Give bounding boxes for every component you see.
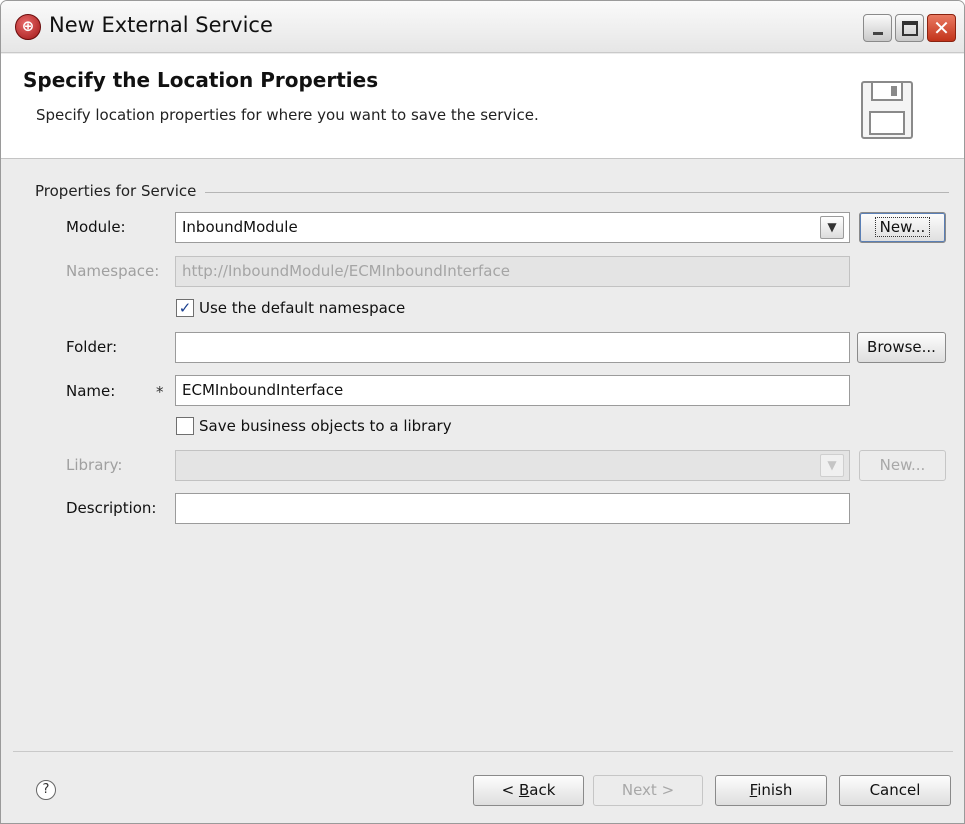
name-input[interactable]: ECMInboundInterface [175,375,850,406]
window-title: New External Service [49,13,273,37]
chevron-down-icon[interactable]: ▼ [820,216,844,239]
namespace-label: Namespace: [66,262,160,280]
folder-label: Folder: [66,338,118,356]
description-input[interactable] [175,493,850,524]
dialog-window: ⊕ New External Service ✕ Specify the Loc… [0,0,965,824]
browse-button[interactable]: Browse... [857,332,946,363]
module-label: Module: [66,218,126,236]
minimize-button[interactable] [863,14,892,42]
chevron-down-icon: ▼ [820,454,844,477]
footer-divider [13,751,953,752]
name-label: Name: [66,382,116,400]
group-divider [205,192,949,193]
maximize-icon [902,21,918,36]
maximize-button[interactable] [895,14,924,42]
module-select[interactable]: InboundModule [175,212,850,243]
group-label: Properties for Service [35,182,203,200]
required-marker: * [156,383,164,401]
app-icon: ⊕ [15,14,41,40]
wizard-header: Specify the Location Properties Specify … [1,54,964,159]
save-disk-icon [861,81,913,139]
save-to-library-checkbox[interactable] [176,417,194,435]
library-select [175,450,850,481]
library-label: Library: [66,456,123,474]
default-namespace-checkbox[interactable]: ✓ [176,299,194,317]
library-new-button: New... [859,450,946,481]
page-title: Specify the Location Properties [23,68,379,92]
name-value: ECMInboundInterface [182,381,344,399]
close-button[interactable]: ✕ [927,14,956,42]
title-bar[interactable]: ⊕ New External Service ✕ [1,1,964,53]
module-value: InboundModule [182,218,298,236]
description-label: Description: [66,499,157,517]
cancel-button[interactable]: Cancel [839,775,951,806]
minimize-icon [873,32,883,35]
default-namespace-label: Use the default namespace [199,299,406,317]
help-icon[interactable]: ? [36,780,56,800]
back-button[interactable]: < Back [473,775,584,806]
module-new-button[interactable]: New... [859,212,946,243]
finish-button[interactable]: Finish [715,775,827,806]
next-button: Next > [593,775,703,806]
close-icon: ✕ [933,16,950,40]
namespace-value: http://InboundModule/ECMInboundInterface [182,262,510,280]
folder-input[interactable] [175,332,850,363]
namespace-field: http://InboundModule/ECMInboundInterface [175,256,850,287]
save-to-library-label: Save business objects to a library [199,417,452,435]
page-description: Specify location properties for where yo… [36,106,539,124]
